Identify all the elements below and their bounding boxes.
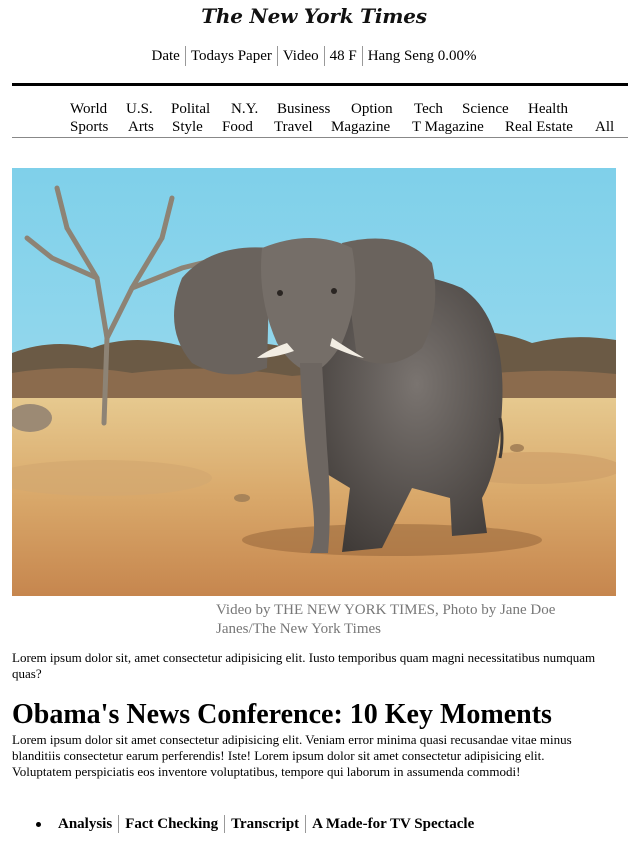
nav-item-opinion[interactable]: Option — [351, 100, 393, 118]
nav-item-tech[interactable]: Tech — [414, 100, 443, 118]
related-spectacle[interactable]: A Made-for TV Spectacle — [305, 815, 480, 833]
hero-image[interactable] — [12, 168, 616, 596]
article-headline[interactable]: Obama's News Conference: 10 Key Moments — [12, 699, 552, 731]
photo-caption: Video by THE NEW YORK TIMES, Photo by Ja… — [216, 602, 556, 637]
masthead-divider — [12, 83, 628, 86]
nav-item-style[interactable]: Style — [172, 118, 203, 136]
masthead: The New York Times — [0, 2, 628, 30]
article-body: Lorem ipsum dolor sit amet consectetur a… — [12, 732, 572, 779]
nav-item-t-magazine[interactable]: T Magazine — [412, 118, 484, 136]
meta-todays-paper[interactable]: Todays Paper — [184, 46, 277, 66]
nav-item-business[interactable]: Business — [277, 100, 330, 118]
nav-item-world[interactable]: World — [70, 100, 107, 118]
related-transcript[interactable]: Transcript — [224, 815, 305, 833]
nav-item-sports[interactable]: Sports — [70, 118, 108, 136]
nav-item-us[interactable]: U.S. — [126, 100, 153, 118]
nav-item-all[interactable]: All — [595, 118, 614, 136]
nav-item-health[interactable]: Health — [528, 100, 568, 118]
meta-market[interactable]: Hang Seng 0.00% — [361, 46, 482, 66]
nav-item-real-estate[interactable]: Real Estate — [505, 118, 573, 136]
nav-item-ny[interactable]: N.Y. — [231, 100, 258, 118]
nyt-logo[interactable]: The New York Times — [201, 2, 427, 30]
meta-weather[interactable]: 48 F — [323, 46, 362, 66]
nav-divider — [12, 137, 628, 138]
nav-item-arts[interactable]: Arts — [128, 118, 154, 136]
bullet-icon — [36, 821, 41, 827]
nav-item-science[interactable]: Science — [462, 100, 509, 118]
section-nav: World U.S. Polital N.Y. Business Option … — [12, 100, 628, 136]
meta-date[interactable]: Date — [147, 46, 185, 66]
nav-row-2: Sports Arts Style Food Travel Magazine T… — [12, 118, 628, 136]
intro-text: Lorem ipsum dolor sit, amet consectetur … — [12, 650, 596, 681]
meta-video[interactable]: Video — [276, 46, 324, 66]
nav-item-food[interactable]: Food — [222, 118, 253, 136]
nav-item-magazine[interactable]: Magazine — [331, 118, 390, 136]
meta-bar: Date Todays Paper Video 48 F Hang Seng 0… — [0, 46, 628, 66]
elephant-photo-icon — [12, 168, 616, 596]
nav-row-1: World U.S. Polital N.Y. Business Option … — [12, 100, 628, 118]
related-analysis[interactable]: Analysis — [58, 815, 118, 833]
related-links: Analysis Fact Checking Transcript A Made… — [36, 815, 480, 833]
related-fact-checking[interactable]: Fact Checking — [118, 815, 224, 833]
nav-item-politics[interactable]: Polital — [171, 100, 210, 118]
nav-item-travel[interactable]: Travel — [274, 118, 313, 136]
